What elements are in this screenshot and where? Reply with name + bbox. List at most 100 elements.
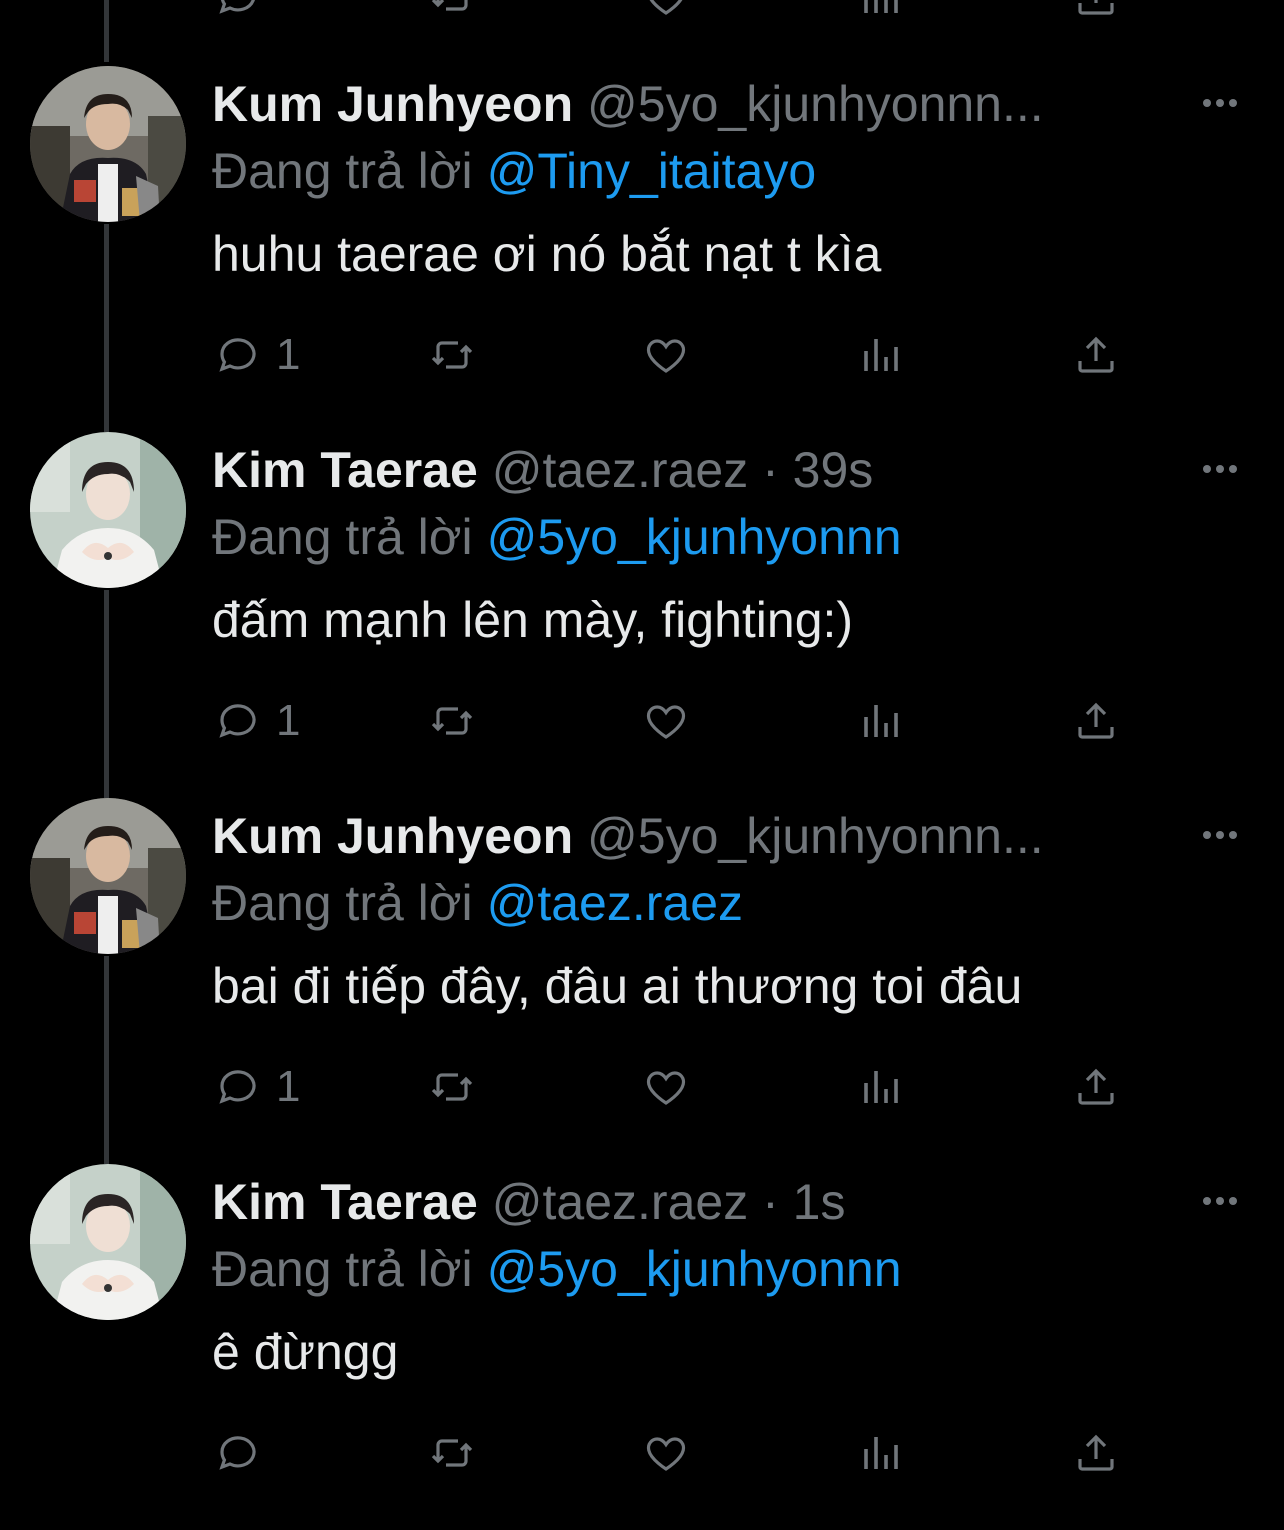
reply-button[interactable]: 1 <box>214 328 300 382</box>
replying-to: Đang trả lời @5yo_kjunhyonnn <box>212 1239 902 1299</box>
more-icon <box>1203 99 1211 107</box>
views-button[interactable] <box>858 694 906 748</box>
more-icon-dot <box>1216 99 1224 107</box>
retweet-button[interactable] <box>428 1426 476 1480</box>
reply-icon <box>219 1436 256 1470</box>
like-icon <box>646 705 686 739</box>
reply-button[interactable] <box>214 0 262 24</box>
avatar[interactable] <box>30 1164 186 1320</box>
more-button[interactable] <box>1198 1189 1242 1213</box>
like-button[interactable] <box>642 0 690 24</box>
more-button[interactable] <box>1198 457 1242 481</box>
reply-count: 1 <box>276 696 301 745</box>
views-button[interactable] <box>858 1060 906 1114</box>
avatar[interactable] <box>30 66 186 222</box>
display-name[interactable]: Kum Junhyeon <box>212 76 573 132</box>
replying-to-handle[interactable]: @Tiny_itaitayo <box>487 143 817 199</box>
avatar[interactable] <box>30 798 186 954</box>
replying-to-handle[interactable]: @5yo_kjunhyonnn <box>487 1241 902 1297</box>
avatar[interactable] <box>30 432 186 588</box>
more-icon-dot <box>1229 1197 1237 1205</box>
retweet-button[interactable] <box>428 1060 476 1114</box>
like-icon <box>649 0 683 15</box>
tweet[interactable]: Kim Taerae @taez.raez · 39s Đang trả lời… <box>0 432 1284 798</box>
views-button[interactable] <box>858 0 906 24</box>
tweet[interactable]: Kum Junhyeon @5yo_kjunhyonnn... Đang trả… <box>0 66 1284 432</box>
reply-button[interactable]: 1 <box>214 694 300 748</box>
more-icon-dot <box>1229 465 1237 473</box>
replying-to-label: Đang trả lời <box>212 509 473 565</box>
replying-to-handle[interactable]: @5yo_kjunhyonnn <box>487 509 902 565</box>
like-button[interactable] <box>642 1060 690 1114</box>
more-icon <box>1203 1197 1211 1205</box>
more-icon-dot <box>1229 99 1237 107</box>
like-icon <box>646 1071 686 1105</box>
reply-button[interactable] <box>214 1426 276 1480</box>
tweet-text: đấm mạnh lên mày, fighting:) <box>212 592 854 648</box>
retweet-icon <box>431 707 473 735</box>
views-icon <box>864 1437 898 1469</box>
replying-to-handle[interactable]: @taez.raez <box>487 875 743 931</box>
reply-count: 1 <box>276 1062 301 1111</box>
tweet[interactable]: Kum Junhyeon @5yo_kjunhyonnn... Đang trả… <box>0 798 1284 1164</box>
retweet-icon <box>431 341 473 369</box>
views-icon <box>864 339 898 371</box>
more-button[interactable] <box>1198 823 1242 847</box>
more-icon <box>1203 465 1211 473</box>
tweet-actions: 1 <box>0 1060 1284 1114</box>
replying-to-label: Đang trả lời <box>212 875 473 931</box>
like-button[interactable] <box>642 694 690 748</box>
like-icon <box>646 339 686 373</box>
reply-count: 1 <box>276 330 301 379</box>
retweet-icon <box>431 1439 473 1467</box>
share-button[interactable] <box>1072 1060 1120 1114</box>
more-icon-dot <box>1216 1197 1224 1205</box>
more-icon-dot <box>1216 465 1224 473</box>
tweet-header: Kum Junhyeon @5yo_kjunhyonnn... <box>212 806 1044 866</box>
handle-and-time[interactable]: @taez.raez · 1s <box>492 1174 846 1230</box>
retweet-button[interactable] <box>428 0 476 24</box>
replying-to-label: Đang trả lời <box>212 143 473 199</box>
reply-icon <box>219 0 255 14</box>
views-icon <box>864 0 898 13</box>
retweet-button[interactable] <box>428 694 476 748</box>
tweet-header: Kim Taerae @taez.raez · 39s <box>212 440 873 500</box>
retweet-icon <box>431 0 468 11</box>
share-icon <box>1078 0 1114 15</box>
like-button[interactable] <box>642 1426 690 1480</box>
views-button[interactable] <box>858 1426 906 1480</box>
share-icon <box>1078 702 1114 739</box>
display-name[interactable]: Kim Taerae <box>212 442 478 498</box>
share-button[interactable] <box>1072 694 1120 748</box>
tweet-text: huhu taerae ơi nó bắt nạt t kìa <box>212 226 882 282</box>
replying-to-label: Đang trả lời <box>212 1241 473 1297</box>
retweet-button[interactable] <box>428 328 476 382</box>
replying-to: Đang trả lời @5yo_kjunhyonnn <box>212 507 902 567</box>
tweet-text: ê đừngg <box>212 1324 399 1380</box>
reply-button[interactable]: 1 <box>214 1060 300 1114</box>
handle-and-time[interactable]: @5yo_kjunhyonnn... <box>587 808 1044 864</box>
share-button[interactable] <box>1072 0 1120 24</box>
like-button[interactable] <box>642 328 690 382</box>
replying-to: Đang trả lời @Tiny_itaitayo <box>212 141 816 201</box>
tweet-actions: 1 <box>0 694 1284 748</box>
share-icon <box>1078 1434 1114 1471</box>
share-icon <box>1078 1068 1114 1105</box>
more-icon-dot <box>1216 831 1224 839</box>
more-button[interactable] <box>1198 91 1242 115</box>
views-button[interactable] <box>858 328 906 382</box>
tweet[interactable]: Kim Taerae @taez.raez · 1s Đang trả lời … <box>0 1164 1284 1530</box>
handle-and-time[interactable]: @5yo_kjunhyonnn... <box>587 76 1044 132</box>
reply-icon <box>219 704 256 738</box>
handle-and-time[interactable]: @taez.raez · 39s <box>492 442 873 498</box>
tweet-text: bai đi tiếp đây, đâu ai thương toi đâu <box>212 958 1023 1014</box>
share-button[interactable] <box>1072 1426 1120 1480</box>
display-name[interactable]: Kum Junhyeon <box>212 808 573 864</box>
views-icon <box>864 1071 898 1103</box>
more-icon <box>1203 831 1211 839</box>
reply-icon <box>219 338 256 372</box>
tweet-header: Kim Taerae @taez.raez · 1s <box>212 1172 845 1232</box>
like-icon <box>646 1437 686 1471</box>
share-button[interactable] <box>1072 328 1120 382</box>
display-name[interactable]: Kim Taerae <box>212 1174 478 1230</box>
